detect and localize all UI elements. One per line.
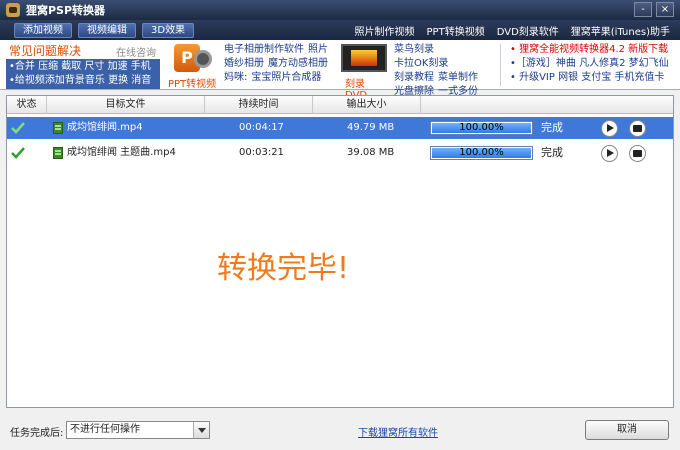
col-status-header[interactable]: 状态	[7, 96, 47, 114]
top-links: 照片制作视频 PPT转换视频 DVD刻录软件 狸窝苹果(iTunes)助手	[355, 23, 670, 38]
itunes-helper-link[interactable]: 狸窝苹果(iTunes)助手	[571, 23, 670, 38]
promo-band: 常见问题解决 在线咨询 •合并 压缩 截取 尺寸 加速 手机 •给视频添加背景音…	[0, 40, 680, 101]
download-all-link[interactable]: 下载狸窝所有软件	[358, 424, 438, 439]
after-task-select[interactable]: 不进行任何操作	[66, 421, 210, 439]
promo-link[interactable]: 卡拉OK刻录	[394, 57, 448, 71]
effect-3d-button[interactable]: 3D效果	[142, 22, 195, 38]
faq-line-2[interactable]: •给视频添加背景音乐 更换 消音	[9, 74, 157, 88]
progress-label: 100.00%	[459, 122, 504, 133]
games-link[interactable]: •［游戏］神曲 凡人修真2 梦幻飞仙	[510, 57, 676, 71]
status-text: 完成	[541, 146, 563, 159]
dvd-logo[interactable]: 刻录DVD	[341, 44, 387, 101]
output-size: 39.08 MB	[347, 147, 395, 158]
promo-link[interactable]: 菜鸟刻录	[394, 43, 434, 57]
close-button[interactable]: ×	[656, 2, 674, 17]
promo-divider	[500, 44, 501, 86]
table-row[interactable]: 成均馆绯闻 主题曲.mp4 00:03:21 39.08 MB 100.00% …	[7, 142, 673, 164]
col-size-header[interactable]: 输出大小	[313, 96, 421, 114]
table-header: 状态 目标文件 持续时间 输出大小	[7, 96, 673, 114]
ppt-video-link[interactable]: PPT转换视频	[427, 23, 485, 38]
promo-links-photo: 电子相册制作软件 照片 婚纱相册 魔方动感相册 妈咪: 宝宝照片合成器	[224, 43, 336, 85]
photo-video-link[interactable]: 照片制作视频	[355, 23, 415, 38]
open-folder-button[interactable]	[629, 120, 646, 137]
dvd-burn-link[interactable]: DVD刻录软件	[497, 23, 559, 38]
check-icon	[11, 122, 25, 134]
open-folder-button[interactable]	[629, 145, 646, 162]
dvd-film-icon	[341, 44, 387, 72]
promo-link[interactable]: 宝宝照片合成器	[251, 71, 321, 85]
progress-bar: 100.00%	[430, 146, 533, 160]
progress-bar: 100.00%	[430, 121, 533, 135]
ppt-logo[interactable]: P PPT转视频	[168, 44, 218, 90]
file-name: 成均馆绯闻 主题曲.mp4	[67, 147, 176, 158]
play-button[interactable]	[601, 145, 618, 162]
converter-download-link[interactable]: • 狸窝全能视频转换器4.2 新版下载	[510, 43, 676, 57]
online-consult-link[interactable]: 在线咨询	[116, 44, 156, 59]
duration: 00:04:17	[239, 122, 284, 133]
promo-link[interactable]: 婚纱相册	[224, 57, 264, 71]
promo-link[interactable]: 魔方动感相册	[268, 57, 328, 71]
window-controls: - ×	[634, 2, 674, 17]
title-bar: 狸窝PSP转换器 - ×	[0, 0, 680, 20]
table-row[interactable]: 成均馆绯闻.mp4 00:04:17 49.79 MB 100.00% 完成	[7, 117, 673, 139]
app-icon	[6, 3, 20, 17]
after-task-label: 任务完成后:	[10, 428, 64, 439]
task-table: 状态 目标文件 持续时间 输出大小 成均馆绯闻.mp4 00:04:17 49.…	[6, 95, 674, 408]
faq-panel: 常见问题解决 在线咨询 •合并 压缩 截取 尺寸 加速 手机 •给视频添加背景音…	[6, 42, 160, 89]
promo-links-misc: • 狸窝全能视频转换器4.2 新版下载 •［游戏］神曲 凡人修真2 梦幻飞仙 •…	[510, 43, 676, 85]
duration: 00:03:21	[239, 147, 284, 158]
cancel-button[interactable]: 取消	[585, 420, 669, 440]
vip-upgrade-link[interactable]: • 升级VIP 网银 支付宝 手机充值卡	[510, 71, 676, 85]
col-file-header[interactable]: 目标文件	[47, 96, 205, 114]
add-video-button[interactable]: 添加视频	[14, 22, 72, 38]
col-duration-header[interactable]: 持续时间	[205, 96, 313, 114]
output-size: 49.79 MB	[347, 122, 395, 133]
status-text: 完成	[541, 121, 563, 134]
minimize-button[interactable]: -	[634, 2, 652, 17]
play-button[interactable]	[601, 120, 618, 137]
file-name: 成均馆绯闻.mp4	[67, 122, 143, 133]
faq-links: •合并 压缩 截取 尺寸 加速 手机 •给视频添加背景音乐 更换 消音	[6, 59, 160, 89]
promo-link[interactable]: 菜单制作	[438, 71, 478, 85]
window-title: 狸窝PSP转换器	[26, 4, 106, 17]
faq-line-1[interactable]: •合并 压缩 截取 尺寸 加速 手机	[9, 60, 157, 74]
edit-video-button[interactable]: 视频编辑	[78, 22, 136, 38]
ppt-caption: PPT转视频	[168, 79, 217, 90]
promo-link[interactable]: 照片	[308, 43, 328, 57]
chevron-down-icon[interactable]	[193, 422, 209, 438]
progress-label: 100.00%	[459, 147, 504, 158]
promo-links-dvd: 菜鸟刻录卡拉OK刻录 刻录教程 菜单制作 光盘擦除 一式多份	[394, 43, 494, 99]
promo-link[interactable]: 妈咪:	[224, 71, 247, 85]
check-icon	[11, 147, 25, 159]
bottom-bar: 任务完成后: 不进行任何操作 下载狸窝所有软件 取消	[0, 412, 680, 450]
toolbar: 添加视频 视频编辑 3D效果 照片制作视频 PPT转换视频 DVD刻录软件 狸窝…	[0, 20, 680, 40]
video-file-icon	[53, 122, 63, 134]
promo-link[interactable]: 电子相册制作软件	[224, 43, 304, 57]
video-file-icon	[53, 147, 63, 159]
after-task-value: 不进行任何操作	[70, 424, 140, 435]
faq-title[interactable]: 常见问题解决	[9, 42, 81, 59]
promo-link[interactable]: 刻录教程	[394, 71, 434, 85]
conversion-complete-message: 转换完毕!	[217, 251, 350, 286]
film-reel-icon	[194, 50, 212, 68]
